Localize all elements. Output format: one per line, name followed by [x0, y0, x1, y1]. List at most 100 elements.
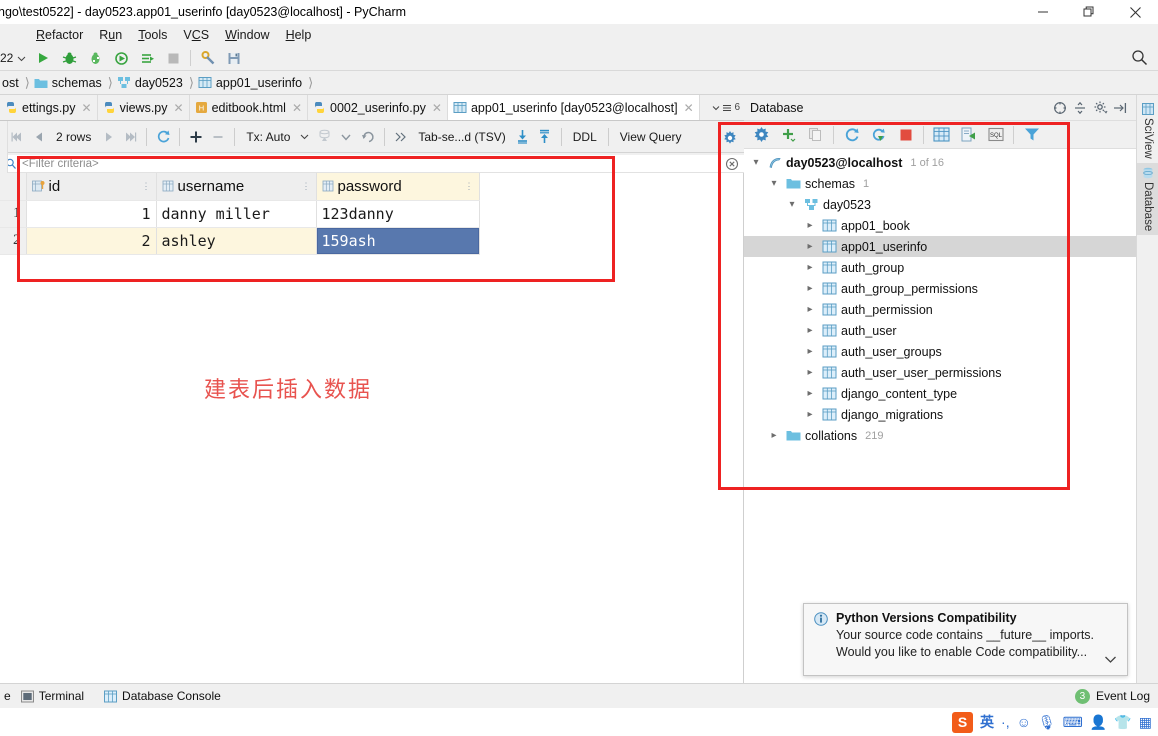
- keyboard-icon[interactable]: ⌨: [1063, 714, 1083, 731]
- chevron-down-icon[interactable]: ▾: [748, 157, 764, 168]
- table-row[interactable]: 2 2 ashley 159ash: [0, 227, 480, 255]
- output-format-label[interactable]: Tab-se...d (TSV): [412, 130, 511, 144]
- sort-indicator-icon[interactable]: ⋮: [142, 181, 151, 192]
- cell-password[interactable]: 123danny: [316, 200, 480, 228]
- chevron-right-icon[interactable]: ▸: [802, 304, 818, 315]
- hide-icon[interactable]: [1110, 98, 1130, 118]
- tab-close-icon[interactable]: ✕: [174, 101, 184, 115]
- notification-popup[interactable]: Python Versions Compatibility Your sourc…: [803, 603, 1128, 676]
- data-source-properties-icon[interactable]: [748, 123, 775, 147]
- first-page-icon[interactable]: [6, 125, 28, 149]
- cell-id[interactable]: 1: [26, 200, 157, 228]
- sort-indicator-icon[interactable]: ⋮: [302, 181, 311, 192]
- tree-node-schemas[interactable]: ▾ schemas 1: [744, 173, 1136, 194]
- clear-filter-icon[interactable]: [725, 157, 741, 173]
- column-header-id[interactable]: id ⋮: [26, 173, 157, 201]
- emoji-icon[interactable]: ☺: [1017, 714, 1031, 730]
- tab-views-py[interactable]: views.py ✕: [97, 95, 190, 120]
- tab-app01-userinfo[interactable]: app01_userinfo [day0523@localhost] ✕: [447, 95, 700, 120]
- menu-vcs[interactable]: VCS: [175, 26, 217, 44]
- tab-overflow-button[interactable]: 6: [708, 95, 744, 120]
- tree-node-table-auth-group-permissions[interactable]: ▸ auth_group_permissions: [744, 278, 1136, 299]
- breadcrumb-item-schema[interactable]: day0523: [115, 73, 187, 93]
- tab-0002-userinfo-py[interactable]: 0002_userinfo.py ✕: [308, 95, 448, 120]
- breadcrumb-item-host[interactable]: ost: [0, 73, 23, 93]
- chevron-down-icon[interactable]: [335, 125, 357, 149]
- tab-close-icon[interactable]: ✕: [82, 101, 92, 115]
- stop-icon[interactable]: [892, 123, 919, 147]
- run-icon[interactable]: [30, 47, 56, 69]
- cell-password[interactable]: 159ash: [316, 227, 480, 255]
- jump-to-console-icon[interactable]: [955, 123, 982, 147]
- tool-tab-database[interactable]: Database: [1137, 162, 1158, 235]
- chevron-right-icon[interactable]: ▸: [802, 220, 818, 231]
- status-item-terminal[interactable]: Terminal: [11, 689, 94, 703]
- sort-indicator-icon[interactable]: ⋮: [465, 181, 474, 192]
- export-icon[interactable]: [534, 125, 556, 149]
- tree-node-table-app01-userinfo[interactable]: ▸ app01_userinfo: [744, 236, 1136, 257]
- tree-node-table-django-content-type[interactable]: ▸ django_content_type: [744, 383, 1136, 404]
- close-button[interactable]: [1112, 0, 1158, 24]
- view-query-button[interactable]: View Query: [614, 130, 688, 144]
- tree-node-schema-day0523[interactable]: ▾ day0523: [744, 194, 1136, 215]
- profile-icon[interactable]: [108, 47, 134, 69]
- tree-node-collations[interactable]: ▸ collations 219: [744, 425, 1136, 446]
- chevron-right-icon[interactable]: ▸: [802, 409, 818, 420]
- tab-settings-py[interactable]: ettings.py ✕: [0, 95, 98, 120]
- chevron-right-icon[interactable]: ▸: [802, 262, 818, 273]
- cell-id[interactable]: 2: [26, 227, 157, 255]
- run-with-console-icon[interactable]: [134, 47, 160, 69]
- tree-node-table-django-migrations[interactable]: ▸ django_migrations: [744, 404, 1136, 425]
- grid-settings-icon[interactable]: [720, 128, 740, 148]
- chevron-down-icon[interactable]: [1104, 653, 1117, 667]
- minimize-button[interactable]: [1020, 0, 1066, 24]
- table-row[interactable]: 1 1 danny miller 123danny: [0, 200, 480, 228]
- sync-icon[interactable]: [865, 123, 892, 147]
- table-editor-icon[interactable]: [928, 123, 955, 147]
- filter-input[interactable]: <Filter criteria>: [22, 158, 99, 170]
- tool-tab-sciview[interactable]: SciView: [1137, 99, 1158, 163]
- coverage-icon[interactable]: [82, 47, 108, 69]
- chevron-down-icon[interactable]: ▾: [784, 199, 800, 210]
- tree-node-table-app01-book[interactable]: ▸ app01_book: [744, 215, 1136, 236]
- gear-icon[interactable]: [1090, 98, 1110, 118]
- add-icon[interactable]: [775, 123, 802, 147]
- tree-node-table-auth-user-groups[interactable]: ▸ auth_user_groups: [744, 341, 1136, 362]
- mic-icon[interactable]: 🎙: [1038, 714, 1056, 731]
- menu-refactor[interactable]: Refactor: [28, 26, 91, 44]
- chevron-right-icon[interactable]: ▸: [766, 430, 782, 441]
- import-icon[interactable]: [512, 125, 534, 149]
- tree-node-table-auth-user-user-permissions[interactable]: ▸ auth_user_user_permissions: [744, 362, 1136, 383]
- chevron-right-icon[interactable]: ▸: [802, 367, 818, 378]
- chinese-input-icon[interactable]: 英: [980, 712, 994, 732]
- search-everywhere-icon[interactable]: [1131, 49, 1148, 69]
- tab-editbook-html[interactable]: H editbook.html ✕: [189, 95, 308, 120]
- sql-console-icon[interactable]: SQL: [982, 123, 1009, 147]
- prev-page-icon[interactable]: [28, 125, 50, 149]
- chevron-right-icon[interactable]: ▸: [802, 325, 818, 336]
- event-log-button[interactable]: Event Log: [1096, 689, 1150, 703]
- tree-node-table-auth-permission[interactable]: ▸ auth_permission: [744, 299, 1136, 320]
- chevron-down-icon[interactable]: ▾: [766, 178, 782, 189]
- menu-run[interactable]: Run: [91, 26, 130, 44]
- user-icon[interactable]: 👤: [1090, 714, 1107, 731]
- settings-wrench-icon[interactable]: [195, 47, 221, 69]
- apps-icon[interactable]: ▦: [1139, 714, 1152, 731]
- ddl-button[interactable]: DDL: [567, 130, 603, 144]
- save-all-icon[interactable]: [221, 47, 247, 69]
- refresh-icon[interactable]: [838, 123, 865, 147]
- run-configuration-selector[interactable]: 22: [0, 50, 30, 66]
- tree-node-table-auth-group[interactable]: ▸ auth_group: [744, 257, 1136, 278]
- column-header-password[interactable]: password ⋮: [316, 173, 480, 201]
- chevron-right-icon[interactable]: ▸: [802, 283, 818, 294]
- column-header-username[interactable]: username ⋮: [156, 173, 317, 201]
- menu-help[interactable]: Help: [278, 26, 320, 44]
- punctuation-icon[interactable]: ·,: [1001, 714, 1010, 730]
- menu-tools[interactable]: Tools: [130, 26, 175, 44]
- breadcrumb-item-schemas[interactable]: schemas: [32, 73, 106, 93]
- cell-username[interactable]: danny miller: [156, 200, 317, 228]
- reload-icon[interactable]: [152, 125, 174, 149]
- cell-username[interactable]: ashley: [156, 227, 317, 255]
- filter-icon[interactable]: [1018, 123, 1045, 147]
- tree-node-datasource[interactable]: ▾ day0523@localhost 1 of 16: [744, 152, 1136, 173]
